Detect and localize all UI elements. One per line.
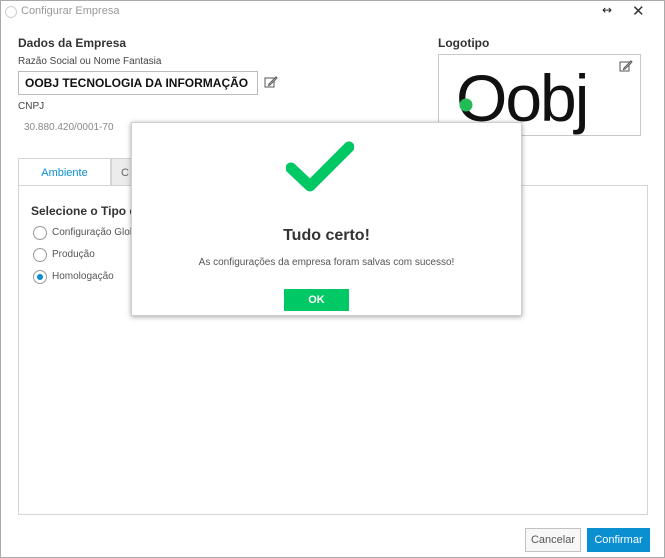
configurar-empresa-window: Configurar Empresa ↔ ✕ Dados da Empresa … xyxy=(0,0,665,558)
radio-label: Homologação xyxy=(52,271,114,282)
cnpj-label: CNPJ xyxy=(18,101,45,112)
cancel-button[interactable]: Cancelar xyxy=(525,528,581,552)
dialog-message: As configurações da empresa foram salvas… xyxy=(198,257,455,268)
resize-icon[interactable]: ↔ xyxy=(602,3,612,17)
app-icon xyxy=(5,6,17,18)
company-name-label: Razão Social ou Nome Fantasia xyxy=(18,56,162,67)
cnpj-value: 30.880.420/0001-70 xyxy=(24,122,114,133)
logo-section-title: Logotipo xyxy=(438,36,490,50)
radio-label: Produção xyxy=(52,249,95,260)
checkmark-icon xyxy=(286,141,354,192)
confirm-button[interactable]: Confirmar xyxy=(587,528,650,552)
close-icon[interactable]: ✕ xyxy=(632,2,645,20)
pencil-edit-icon[interactable] xyxy=(264,75,278,89)
success-dialog: Tudo certo! As configurações da empresa … xyxy=(131,122,522,316)
tab-ambiente[interactable]: Ambiente xyxy=(18,158,111,186)
logo-edit-icon[interactable] xyxy=(619,59,633,73)
title-bar[interactable]: Configurar Empresa ↔ ✕ xyxy=(1,1,664,23)
radio-button[interactable] xyxy=(33,248,47,262)
radio-button[interactable] xyxy=(33,226,47,240)
company-name-input[interactable]: OOBJ TECNOLOGIA DA INFORMAÇÃO xyxy=(18,71,258,95)
window-title: Configurar Empresa xyxy=(21,5,120,17)
ok-button[interactable]: OK xyxy=(284,289,349,311)
radio-button-checked[interactable] xyxy=(33,270,47,284)
company-section-title: Dados da Empresa xyxy=(18,36,127,50)
dialog-title: Tudo certo! xyxy=(283,227,370,244)
ambiente-title: Selecione o Tipo de xyxy=(31,204,144,218)
radio-label: Configuração Glob xyxy=(52,227,136,238)
